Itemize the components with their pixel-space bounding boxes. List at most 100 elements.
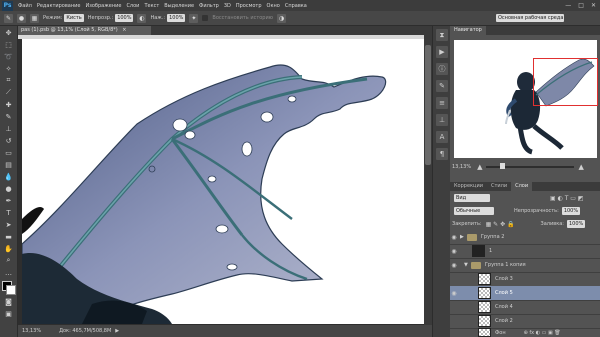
zoom-tool-icon[interactable]: ⌕ [2,255,15,266]
layer-row-sloy-5[interactable]: ◉ Слой 5 [450,286,600,301]
tab-close-icon[interactable]: × [122,27,126,33]
menu-type[interactable]: Текст [144,3,159,9]
quick-mask-icon[interactable]: ◙ [2,296,15,307]
workspace-select[interactable]: Основная рабочая среда [496,14,564,22]
visibility-eye-icon[interactable]: ◉ [450,234,458,241]
menu-bar: Ps Файл Редактирование Изображение Слои … [0,0,600,11]
mode-select[interactable]: Кисть [64,14,84,22]
history-checkbox[interactable] [202,15,209,21]
blend-mode-select[interactable]: Обычные [454,207,494,215]
layer-row-sloy-2[interactable]: Слой 2 [450,314,600,329]
more-tools-icon[interactable]: … [2,267,15,278]
character-panel-icon[interactable]: A [436,131,448,143]
expand-arrow-icon[interactable]: ▶ [460,234,464,240]
maximize-icon[interactable]: □ [578,2,584,9]
history-panel-icon[interactable]: ⧗ [436,29,448,41]
layer-opacity-input[interactable]: 100% [561,207,581,215]
dodge-tool-icon[interactable]: ● [2,183,15,194]
filter-icons[interactable]: ▣ ◐ T ▭ ◩ [550,195,584,202]
brush-size-icon[interactable]: ● [17,13,26,23]
healing-tool-icon[interactable]: ✚ [2,99,15,110]
menu-window[interactable]: Окно [267,3,280,9]
minimize-icon[interactable]: — [565,2,571,9]
document-canvas[interactable] [22,39,424,324]
navigator-zoom-bar: 13,13% ▲ ▲ [452,162,598,171]
layer-row-sloy-4[interactable]: Слой 4 [450,300,600,315]
history-brush-icon[interactable]: ✎ [4,13,13,23]
layer-row-sloy-3[interactable]: Слой 3 [450,272,600,287]
pressure-size-icon[interactable]: ◑ [276,13,286,23]
quick-select-tool-icon[interactable]: ✧ [2,63,15,74]
status-arrow-icon[interactable]: ▶ [115,328,119,334]
zoom-slider[interactable] [486,162,575,169]
history-brush-tool-icon[interactable]: ↺ [2,135,15,146]
document-tab[interactable]: pas (1).psb @ 13,1% (Слой 5, RGB/8*) × [18,26,151,35]
navigator-zoom-value[interactable]: 13,13% [452,164,471,170]
actions-panel-icon[interactable]: ▶ [436,46,448,58]
layer-row-1[interactable]: ◉ 1 [450,244,600,259]
zoom-readout[interactable]: 13,13% [22,328,41,334]
fill-label: Заливка: [540,221,564,227]
lock-icons[interactable]: ▦ ✎ ✥ 🔒 [486,221,515,228]
layer-row-background[interactable]: Фон ⊕ fx ◐ ▭ ▣ 🗑 [450,328,600,337]
type-tool-icon[interactable]: T [2,207,15,218]
layer-thumbnail [472,245,485,257]
zoom-in-icon[interactable]: ▲ [578,163,583,171]
visibility-eye-icon[interactable]: ◉ [450,262,458,269]
lasso-tool-icon[interactable]: ➰ [2,51,15,62]
airbrush-icon[interactable]: ✦ [189,13,199,23]
navigator-view-frame[interactable] [533,58,598,106]
layer-row-group-2[interactable]: ◉ ▶ Группа 2 [450,230,600,245]
hand-tool-icon[interactable]: ✋ [2,243,15,254]
brushes-panel-icon[interactable]: ✎ [436,80,448,92]
brush-tool-icon[interactable]: ✎ [2,111,15,122]
menu-layers[interactable]: Слои [126,3,139,9]
tab-styles[interactable]: Стили [487,182,511,191]
folder-icon [466,233,477,241]
close-icon[interactable]: ✕ [591,2,596,9]
screen-mode-icon[interactable]: ▣ [2,308,15,319]
tab-navigator[interactable]: Навигатор [450,26,486,35]
background-color[interactable] [6,285,16,295]
blur-tool-icon[interactable]: 💧 [2,171,15,182]
layer-filter-select[interactable]: Вид [454,194,490,202]
menu-select[interactable]: Выделение [164,3,194,9]
opacity-input[interactable]: 100% [115,14,134,22]
tab-adjustments[interactable]: Коррекции [450,182,487,191]
color-swatches[interactable] [0,279,17,295]
zoom-slider-thumb[interactable] [500,162,506,169]
properties-panel-icon[interactable]: ⓘ [436,63,448,75]
path-select-tool-icon[interactable]: ➤ [2,219,15,230]
menu-image[interactable]: Изображение [85,3,121,9]
menu-view[interactable]: Просмотр [236,3,262,9]
menu-filter[interactable]: Фильтр [199,3,219,9]
layer-fill-input[interactable]: 100% [566,220,586,228]
flow-input[interactable]: 100% [167,14,186,22]
menu-3d[interactable]: 3D [224,3,231,9]
tab-layers[interactable]: Слои [511,182,533,191]
visibility-eye-icon[interactable]: ◉ [450,290,458,297]
collapse-arrow-icon[interactable]: ▼ [464,262,468,268]
eraser-tool-icon[interactable]: ▭ [2,147,15,158]
brush-panel-icon[interactable]: ▦ [30,13,39,23]
stamp-tool-icon[interactable]: ⊥ [2,123,15,134]
move-tool-icon[interactable]: ✥ [2,27,15,38]
paragraph-panel-icon[interactable]: ¶ [436,148,448,160]
eyedropper-tool-icon[interactable]: ⟋ [2,87,15,98]
menu-file[interactable]: Файл [18,3,32,9]
zoom-out-icon[interactable]: ▲ [477,163,482,171]
shape-tool-icon[interactable]: ▬ [2,231,15,242]
layer-actions-icons[interactable]: ⊕ fx ◐ ▭ ▣ 🗑 [524,330,561,336]
clone-source-icon[interactable]: ⊥ [436,114,448,126]
menu-edit[interactable]: Редактирование [37,3,81,9]
brush-presets-icon[interactable]: ≡ [436,97,448,109]
visibility-eye-icon[interactable]: ◉ [450,248,458,255]
pressure-opacity-icon[interactable]: ◐ [137,13,147,23]
marquee-tool-icon[interactable]: ⬚ [2,39,15,50]
crop-tool-icon[interactable]: ⌗ [2,75,15,86]
gradient-tool-icon[interactable]: ▤ [2,159,15,170]
menu-help[interactable]: Справка [285,3,307,9]
layer-row-group-1-copy[interactable]: ◉ ▼ Группа 1 копия [450,258,600,273]
scrollbar-thumb[interactable] [425,45,431,165]
pen-tool-icon[interactable]: ✒ [2,195,15,206]
